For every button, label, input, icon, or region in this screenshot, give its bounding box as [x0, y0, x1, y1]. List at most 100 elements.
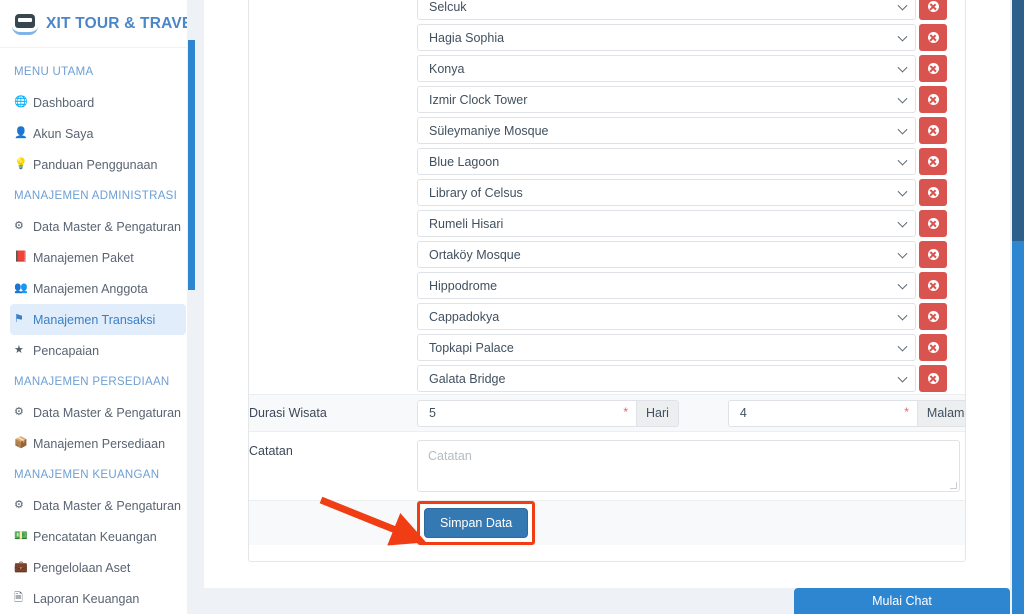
sidebar-item-data-master-pengaturan[interactable]: ⚙ Data Master & Pengaturan — [10, 397, 186, 428]
page-scrollbar-track[interactable] — [1012, 241, 1024, 614]
sidebar-item-data-master-pengaturan[interactable]: ⚙ Data Master & Pengaturan — [10, 490, 186, 521]
start-chat-button[interactable]: Mulai Chat — [794, 588, 1010, 614]
sidebar-group-heading: MANAJEMEN KEUANGAN — [14, 469, 160, 481]
destination-select[interactable]: Topkapi Palace — [417, 334, 916, 361]
app-root: XIT TOUR & TRAVEL MENU UTAMA 🌐 Dashboard 👤 A… — [0, 0, 1024, 614]
destination-row-label — [249, 363, 417, 395]
flag-icon: ⚑ — [14, 313, 24, 325]
sidebar-item-pengelolaan-aset[interactable]: 💼 Pengelolaan Aset — [10, 552, 186, 583]
delete-destination-button[interactable] — [919, 272, 947, 299]
delete-destination-button[interactable] — [919, 117, 947, 144]
destination-row-label — [249, 270, 417, 301]
sidebar-item-pencapaian[interactable]: ★ Pencapaian — [10, 335, 186, 366]
destination-select-value: Ortaköy Mosque — [429, 247, 521, 262]
table-row: Topkapi Palace — [249, 332, 965, 363]
destination-select[interactable]: Rumeli Hisari — [417, 210, 916, 237]
remove-circle-icon — [927, 156, 939, 167]
delete-destination-button[interactable] — [919, 179, 947, 206]
destination-select[interactable]: Hagia Sophia — [417, 24, 916, 51]
chevron-down-icon — [897, 186, 908, 197]
destination-select[interactable]: Selcuk — [417, 0, 916, 20]
sidebar-item-akun-saya[interactable]: 👤 Akun Saya — [10, 118, 186, 149]
sidebar-item-data-master-pengaturan[interactable]: ⚙ Data Master & Pengaturan — [10, 211, 186, 242]
transaction-form-card: Selcuk Hagia Sophia Konya Izmir Clock Tower… — [248, 0, 966, 562]
chevron-down-icon — [897, 31, 908, 42]
destination-select[interactable]: Konya — [417, 55, 916, 82]
sidebar-item-pencatatan-keuangan[interactable]: 💵 Pencatatan Keuangan — [10, 521, 186, 552]
destination-row-label — [249, 146, 417, 177]
table-row: Cappadokya — [249, 301, 965, 332]
note-row: Catatan Catatan — [249, 431, 965, 501]
delete-destination-button[interactable] — [919, 148, 947, 175]
sidebar-item-label: Pengelolaan Aset — [33, 560, 131, 575]
remove-circle-icon — [927, 342, 939, 353]
sidebar-item-panduan-penggunaan[interactable]: 💡 Panduan Penggunaan — [10, 149, 186, 180]
page-scrollbar[interactable] — [1010, 0, 1024, 614]
delete-destination-button[interactable] — [919, 365, 947, 392]
delete-destination-button[interactable] — [919, 55, 947, 82]
delete-destination-button[interactable] — [919, 303, 947, 330]
destination-select[interactable]: Hippodrome — [417, 272, 916, 299]
table-row: Selcuk — [249, 0, 965, 22]
transaction-form-table: Selcuk Hagia Sophia Konya Izmir Clock Tower… — [249, 0, 965, 545]
report-icon: 🗎 — [14, 592, 23, 604]
resize-grip-icon[interactable] — [950, 482, 957, 489]
destination-select-value: Selcuk — [429, 0, 467, 14]
sidebar-item-manajemen-anggota[interactable]: 👥 Manajemen Anggota — [10, 273, 186, 304]
destination-row-label — [249, 301, 417, 332]
sidebar-item-laporan-keuangan[interactable]: 🗎 Laporan Keuangan — [10, 583, 186, 614]
destination-select-value: Library of Celsus — [429, 185, 523, 200]
form-footer-row: Simpan Data — [249, 500, 965, 545]
duration-nights-input[interactable]: 4 * — [727, 399, 917, 427]
sidebar-scrollbar[interactable] — [187, 0, 196, 614]
destination-row-label — [249, 53, 417, 84]
destination-select[interactable]: Izmir Clock Tower — [417, 86, 916, 113]
duration-fields: 5 * Hari 4 * Malam — [417, 396, 965, 431]
destination-rows: Selcuk Hagia Sophia Konya Izmir Clock Tower… — [249, 0, 965, 395]
briefcase-icon: 💼 — [14, 561, 28, 573]
destination-select-group: Rumeli Hisari — [417, 210, 947, 237]
delete-destination-button[interactable] — [919, 334, 947, 361]
sidebar-item-manajemen-persediaan[interactable]: 📦 Manajemen Persediaan — [10, 428, 186, 459]
delete-destination-button[interactable] — [919, 24, 947, 51]
sidebar-item-dashboard[interactable]: 🌐 Dashboard — [10, 87, 186, 118]
chevron-down-icon — [897, 217, 908, 228]
destination-select-group: Selcuk — [417, 0, 947, 20]
sidebar-item-manajemen-paket[interactable]: 📕 Manajemen Paket — [10, 242, 186, 273]
sidebar-item-label: Dashboard — [33, 95, 95, 110]
table-row: Library of Celsus — [249, 177, 965, 208]
remove-circle-icon — [927, 1, 939, 12]
destination-select[interactable]: Ortaköy Mosque — [417, 241, 916, 268]
destination-select[interactable]: Library of Celsus — [417, 179, 916, 206]
table-row: Süleymaniye Mosque — [249, 115, 965, 146]
duration-label: Durasi Wisata — [249, 394, 417, 432]
delete-destination-button[interactable] — [919, 210, 947, 237]
bus-logo-icon — [12, 11, 38, 37]
gears-icon: ⚙ — [14, 406, 24, 418]
gears-icon: ⚙ — [14, 220, 24, 232]
duration-days-input[interactable]: 5 * — [417, 399, 636, 427]
sidebar-item-label: Pencapaian — [33, 343, 100, 358]
delete-destination-button[interactable] — [919, 86, 947, 113]
save-button[interactable]: Simpan Data — [424, 508, 529, 538]
delete-destination-button[interactable] — [919, 241, 947, 268]
remove-circle-icon — [927, 280, 939, 291]
destination-select-value: Izmir Clock Tower — [429, 92, 528, 107]
duration-days-value: 5 — [429, 406, 436, 420]
sidebar-item-label: Manajemen Paket — [33, 250, 134, 265]
page-scrollbar-thumb[interactable] — [1012, 0, 1024, 241]
sidebar-item-manajemen-transaksi[interactable]: ⚑ Manajemen Transaksi — [10, 304, 186, 335]
destination-select[interactable]: Cappadokya — [417, 303, 916, 330]
main-content: Selcuk Hagia Sophia Konya Izmir Clock Tower… — [204, 0, 1010, 614]
destination-select[interactable]: Süleymaniye Mosque — [417, 117, 916, 144]
brand-header[interactable]: XIT TOUR & TRAVEL — [0, 0, 196, 48]
remove-circle-icon — [927, 373, 939, 384]
sidebar-scrollbar-thumb[interactable] — [188, 40, 195, 290]
destination-select[interactable]: Blue Lagoon — [417, 148, 916, 175]
delete-destination-button[interactable] — [919, 0, 947, 20]
chevron-down-icon — [897, 62, 908, 73]
sidebar-nav: MENU UTAMA 🌐 Dashboard 👤 Akun Saya 💡 Panduan P… — [0, 48, 196, 614]
lightbulb-icon: 💡 — [14, 158, 28, 170]
destination-select[interactable]: Galata Bridge — [417, 365, 916, 392]
note-textarea[interactable]: Catatan — [417, 440, 960, 492]
